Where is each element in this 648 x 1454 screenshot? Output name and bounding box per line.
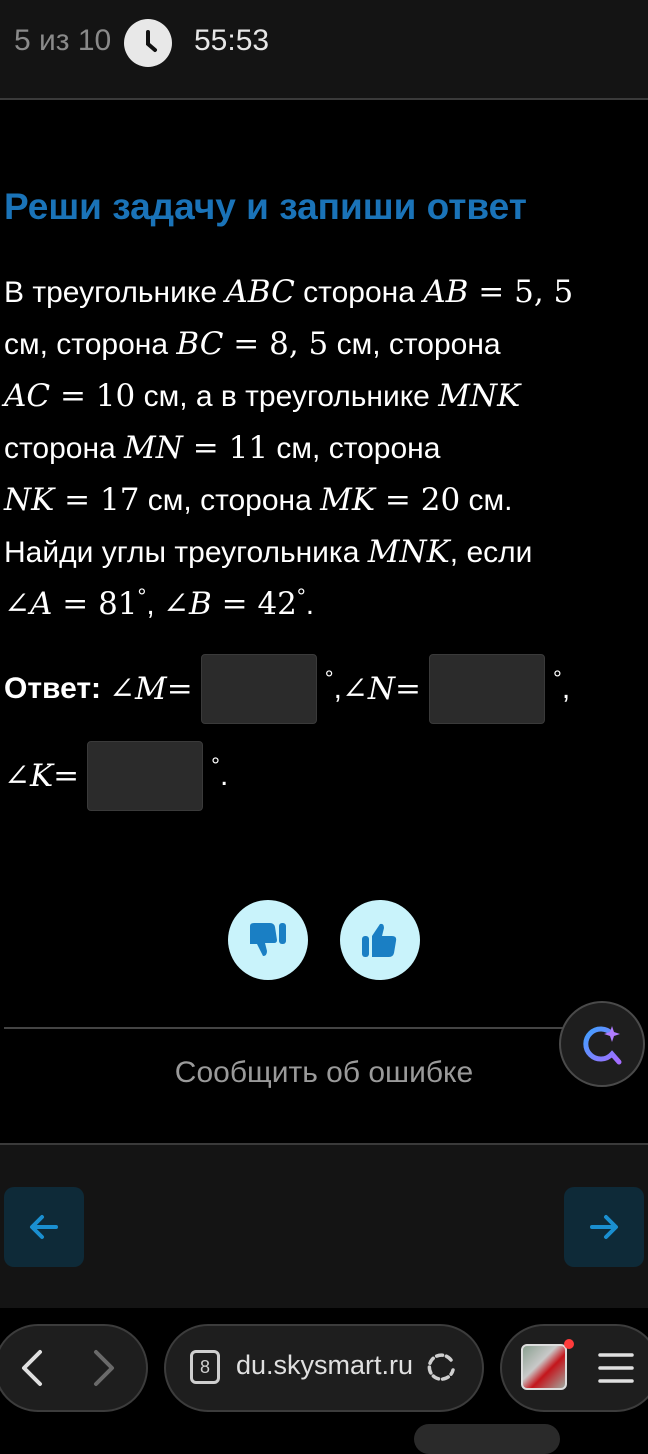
next-task-button[interactable] <box>564 1187 644 1267</box>
thumbs-down-icon <box>250 923 286 956</box>
problem-line: NK = 17 см, сторона MK = 20 см. <box>4 482 513 518</box>
answer-row: ∠K = ° . <box>4 741 228 811</box>
notification-dot <box>564 1339 574 1349</box>
tab-count-badge[interactable]: 8 <box>190 1350 220 1384</box>
task-navigation <box>0 1143 648 1310</box>
browser-back-icon[interactable] <box>14 1348 54 1388</box>
like-button[interactable] <box>340 900 420 980</box>
browser-nav-group <box>0 1324 148 1412</box>
angle-n-label: ∠N <box>341 671 396 707</box>
clock-icon <box>124 19 172 67</box>
prev-task-button[interactable] <box>4 1187 84 1267</box>
arrow-left-icon <box>30 1215 58 1239</box>
arrow-right-icon <box>590 1215 618 1239</box>
answer-label: Ответ: <box>4 672 102 705</box>
problem-line: AC = 10 см, а в треугольнике MNK <box>4 378 521 414</box>
angle-m-input[interactable] <box>200 654 317 724</box>
system-gesture-bar <box>414 1424 560 1454</box>
answer-row: Ответ: ∠M = ° , ∠N = ° , <box>4 654 570 724</box>
url-text[interactable]: du.skysmart.ru <box>236 1350 413 1381</box>
divider <box>4 1027 564 1029</box>
problem-line: В треугольнике ABC сторона AB = 5, 5 <box>4 274 574 310</box>
timer: 55:53 <box>194 24 270 57</box>
report-error-link[interactable]: Сообщить об ошибке <box>0 1056 648 1090</box>
angle-k-input[interactable] <box>87 741 204 811</box>
task-progress: 5 из 10 <box>14 24 112 57</box>
problem-line: сторона MN = 11 см, сторона <box>4 430 441 466</box>
dislike-button[interactable] <box>228 900 308 980</box>
tab-thumbnail[interactable] <box>521 1344 567 1390</box>
angle-k-label: ∠K <box>4 758 54 794</box>
menu-icon[interactable] <box>598 1352 634 1384</box>
browser-forward-icon[interactable] <box>82 1348 122 1388</box>
reload-icon[interactable] <box>424 1350 458 1384</box>
problem-line: ∠A = 81°, ∠B = 42°. <box>4 584 315 622</box>
angle-n-input[interactable] <box>429 654 545 724</box>
problem-text: В треугольнике ABC сторона AB = 5, 5 см,… <box>4 266 644 630</box>
angle-m-label: ∠M <box>109 671 167 707</box>
thumbs-up-icon <box>362 923 397 957</box>
task-title: Реши задачу и запиши ответ <box>4 186 527 227</box>
problem-line: см, сторона BC = 8, 5 см, сторона <box>4 326 501 362</box>
task-header: 5 из 10 55:53 <box>0 0 648 100</box>
problem-line: Найди углы треугольника MNK, если <box>4 534 533 570</box>
